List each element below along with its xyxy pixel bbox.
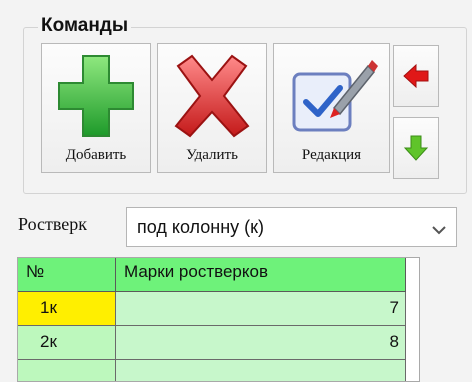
edit-button-label: Редакция: [301, 147, 362, 163]
edit-checklist-icon: [284, 52, 380, 145]
move-down-button[interactable]: [393, 117, 439, 179]
delete-button[interactable]: Удалить: [157, 43, 267, 173]
chevron-down-icon: [432, 222, 446, 240]
table-cell-empty[interactable]: [116, 360, 406, 381]
grid-header-number[interactable]: №: [18, 258, 116, 292]
red-x-icon: [168, 52, 256, 145]
delete-button-label: Удалить: [186, 147, 238, 163]
plus-icon: [55, 52, 137, 145]
table-cell[interactable]: 7: [116, 292, 406, 326]
green-down-arrow-icon: [403, 135, 429, 161]
add-button-label: Добавить: [65, 147, 127, 163]
table-row-header[interactable]: 1к: [18, 292, 116, 326]
rostverk-grid[interactable]: № Марки ростверков 1к 7 2к 8: [17, 257, 420, 382]
red-left-arrow-icon: [403, 63, 429, 89]
commands-title: Команды: [38, 15, 132, 37]
table-row-header[interactable]: 2к: [18, 326, 116, 360]
add-button[interactable]: Добавить: [41, 43, 151, 173]
edit-button[interactable]: Редакция: [273, 43, 390, 173]
rostverk-label: Ростверк: [18, 214, 87, 234]
table-row-header-empty[interactable]: [18, 360, 116, 381]
rostverk-select-value: под колонну (к): [137, 217, 265, 237]
grid-header-marks[interactable]: Марки ростверков: [116, 258, 406, 292]
move-up-button[interactable]: [393, 45, 439, 107]
table-cell[interactable]: 8: [116, 326, 406, 360]
rostverk-select[interactable]: под колонну (к): [126, 207, 457, 247]
